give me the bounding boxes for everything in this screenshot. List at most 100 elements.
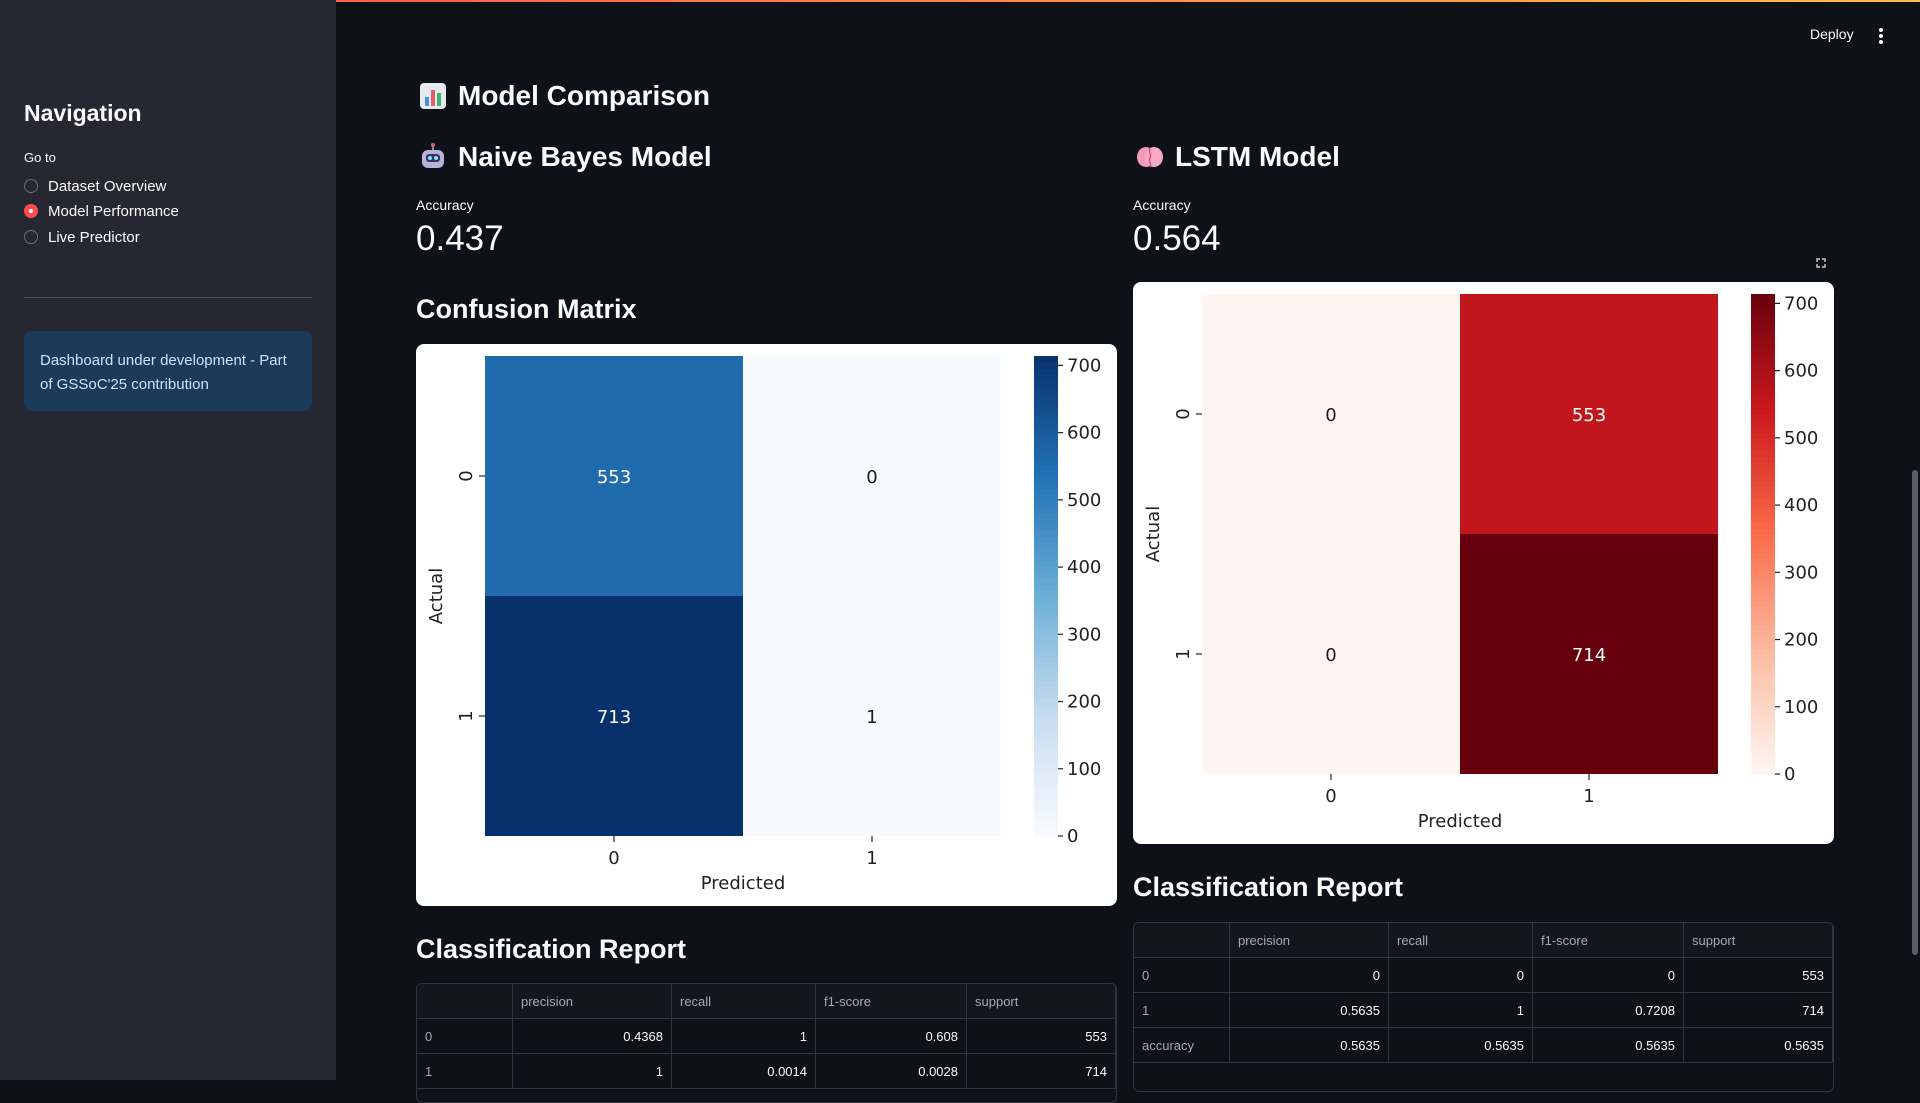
y-tick-label: 1 (456, 710, 477, 721)
table-cell: 0 (1388, 957, 1533, 993)
colorbar-segment (1034, 764, 1058, 771)
column-header[interactable]: support (966, 984, 1116, 1019)
brain-icon (1135, 142, 1165, 172)
lstm-classification-report-table[interactable]: precision recall f1-score support 0 0 0 … (1133, 922, 1834, 1092)
colorbar-tick-label: 100 (1784, 697, 1818, 718)
colorbar-segment (1751, 354, 1775, 361)
colorbar-segment (1034, 728, 1058, 735)
table-row: 0 0.4368 1 0.608 553 (417, 1018, 1116, 1054)
main-scrollbar[interactable] (1912, 470, 1918, 955)
colorbar-segment (1034, 440, 1058, 447)
column-header[interactable]: f1-score (1532, 923, 1684, 958)
radio-button-selected-icon[interactable] (24, 204, 38, 218)
colorbar-segment (1751, 570, 1775, 577)
colorbar-segment (1751, 660, 1775, 667)
radio-dataset-overview[interactable]: Dataset Overview (24, 175, 166, 197)
colorbar-segment (1751, 300, 1775, 307)
page-title-text: Model Comparison (458, 80, 711, 111)
colorbar-segment (1751, 336, 1775, 343)
column-header[interactable]: precision (512, 984, 672, 1019)
colorbar-segment (1034, 362, 1058, 369)
colorbar-segment (1034, 578, 1058, 585)
column-header[interactable] (1134, 923, 1230, 958)
colorbar-segment (1751, 414, 1775, 421)
table-row: accuracy 0.5635 0.5635 0.5635 0.5635 (1134, 1027, 1833, 1063)
y-tick-label: 0 (456, 470, 477, 481)
colorbar-segment (1034, 704, 1058, 711)
radio-button-icon[interactable] (24, 179, 38, 193)
colorbar-segment (1751, 546, 1775, 553)
colorbar-segment (1034, 392, 1058, 399)
row-index: 1 (1134, 992, 1230, 1028)
colorbar-segment (1034, 464, 1058, 471)
nb-title-text: Naive Bayes Model (458, 141, 712, 172)
colorbar-segment (1751, 474, 1775, 481)
column-header[interactable]: f1-score (815, 984, 967, 1019)
column-header[interactable]: recall (1388, 923, 1533, 958)
colorbar-segment (1751, 360, 1775, 367)
y-axis-label: Actual (426, 568, 447, 624)
colorbar-segment (1751, 618, 1775, 625)
lstm-accuracy-label: Accuracy (1133, 197, 1191, 213)
colorbar-segment (1751, 402, 1775, 409)
colorbar-segment (1034, 398, 1058, 405)
colorbar-segment (1034, 494, 1058, 501)
column-header[interactable]: recall (671, 984, 816, 1019)
colorbar-segment (1751, 468, 1775, 475)
colorbar-segment (1034, 614, 1058, 621)
table-cell: 714 (1683, 992, 1833, 1028)
colorbar-segment (1034, 734, 1058, 741)
x-tick-label: 1 (866, 848, 877, 869)
colorbar-segment (1034, 638, 1058, 645)
table-cell: 0.4368 (512, 1018, 672, 1054)
colorbar-segment (1034, 482, 1058, 489)
colorbar-segment (1034, 500, 1058, 507)
radio-model-performance[interactable]: Model Performance (24, 200, 179, 222)
colorbar-segment (1034, 698, 1058, 705)
colorbar-tick-label: 500 (1067, 490, 1101, 511)
heatmap-cell-label: 0 (1325, 405, 1336, 426)
colorbar-segment (1751, 516, 1775, 523)
nb-heatmap-svg: 553 0 713 1 0 1 0 1 Predicted Actual 0 100 200 300 400… (426, 355, 1101, 894)
colorbar-segment (1034, 632, 1058, 639)
table-cell: 553 (1683, 957, 1833, 993)
colorbar-segment (1751, 582, 1775, 589)
colorbar-segment (1034, 470, 1058, 477)
radio-live-predictor[interactable]: Live Predictor (24, 226, 140, 248)
heatmap-cells: 0 553 0 714 (1202, 294, 1718, 774)
colorbar-segment (1034, 380, 1058, 387)
table-cell: 0.5635 (1388, 1027, 1533, 1063)
colorbar-segment (1034, 566, 1058, 573)
deploy-button[interactable]: Deploy (1810, 26, 1854, 42)
y-axis-label: Actual (1143, 506, 1164, 562)
table-cell: 0.0014 (671, 1053, 816, 1089)
table-row: 1 1 0.0014 0.0028 714 (417, 1053, 1116, 1089)
colorbar-segment (1751, 534, 1775, 541)
column-header[interactable] (417, 984, 513, 1019)
y-tick-label: 0 (1173, 408, 1194, 419)
fullscreen-icon[interactable] (1814, 256, 1828, 270)
nb-classification-report-table[interactable]: precision recall f1-score support 0 0.43… (416, 983, 1117, 1103)
x-tick-label: 0 (1325, 786, 1336, 807)
radio-button-icon[interactable] (24, 230, 38, 244)
column-header[interactable]: precision (1229, 923, 1389, 958)
colorbar-segment (1034, 422, 1058, 429)
column-header[interactable]: support (1683, 923, 1833, 958)
radio-label: Model Performance (48, 202, 179, 220)
colorbar-segment (1034, 722, 1058, 729)
colorbar-segment (1751, 756, 1775, 763)
colorbar-segment (1034, 620, 1058, 627)
colorbar-segment (1751, 504, 1775, 511)
colorbar-tick-label: 600 (1067, 423, 1101, 444)
colorbar-segment (1034, 770, 1058, 777)
bar-chart-icon (418, 81, 448, 111)
main-menu-icon[interactable] (1876, 26, 1886, 46)
colorbar-segment (1751, 528, 1775, 535)
colorbar-segment (1751, 702, 1775, 709)
colorbar-tick-label: 400 (1067, 557, 1101, 578)
x-tick-label: 1 (1583, 786, 1594, 807)
sidebar-title: Navigation (24, 100, 142, 126)
row-index: 1 (417, 1053, 513, 1089)
y-tick-label: 1 (1173, 648, 1194, 659)
table-cell: 0.7208 (1532, 992, 1684, 1028)
